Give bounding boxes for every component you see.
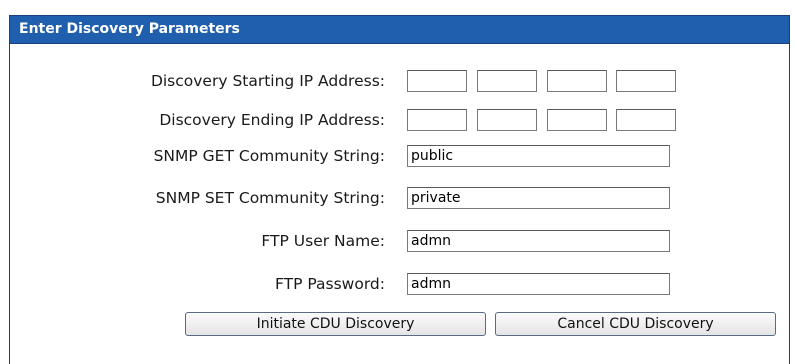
snmp-get-community-input[interactable]: [407, 145, 670, 167]
snmp-set-row: SNMP SET Community String:: [10, 185, 789, 211]
initiate-discovery-button[interactable]: Initiate CDU Discovery: [185, 312, 486, 336]
start-ip-label: Discovery Starting IP Address:: [150, 72, 385, 90]
ftp-user-label: FTP User Name:: [261, 232, 385, 250]
start-ip-octet-4[interactable]: [616, 70, 676, 92]
cancel-discovery-button[interactable]: Cancel CDU Discovery: [495, 312, 776, 336]
panel-title: Enter Discovery Parameters: [10, 16, 789, 44]
snmp-set-community-input[interactable]: [407, 187, 670, 209]
end-ip-label: Discovery Ending IP Address:: [159, 111, 385, 129]
ftp-password-input[interactable]: [407, 273, 670, 295]
snmp-get-label: SNMP GET Community String:: [153, 147, 385, 165]
end-ip-octet-1[interactable]: [407, 109, 467, 131]
ftp-password-label: FTP Password:: [274, 275, 385, 293]
snmp-set-label: SNMP SET Community String:: [155, 189, 385, 207]
end-ip-row: Discovery Ending IP Address:: [10, 107, 789, 133]
start-ip-octet-3[interactable]: [547, 70, 607, 92]
end-ip-octet-4[interactable]: [616, 109, 676, 131]
ftp-user-name-input[interactable]: [407, 230, 670, 252]
start-ip-octet-1[interactable]: [407, 70, 467, 92]
end-ip-octet-2[interactable]: [477, 109, 537, 131]
start-ip-octet-2[interactable]: [477, 70, 537, 92]
end-ip-octet-3[interactable]: [547, 109, 607, 131]
discovery-panel: Enter Discovery Parameters Discovery Sta…: [9, 15, 790, 364]
ftp-password-row: FTP Password:: [10, 271, 789, 297]
snmp-get-row: SNMP GET Community String:: [10, 143, 789, 169]
ftp-user-row: FTP User Name:: [10, 228, 789, 254]
start-ip-row: Discovery Starting IP Address:: [10, 68, 789, 94]
